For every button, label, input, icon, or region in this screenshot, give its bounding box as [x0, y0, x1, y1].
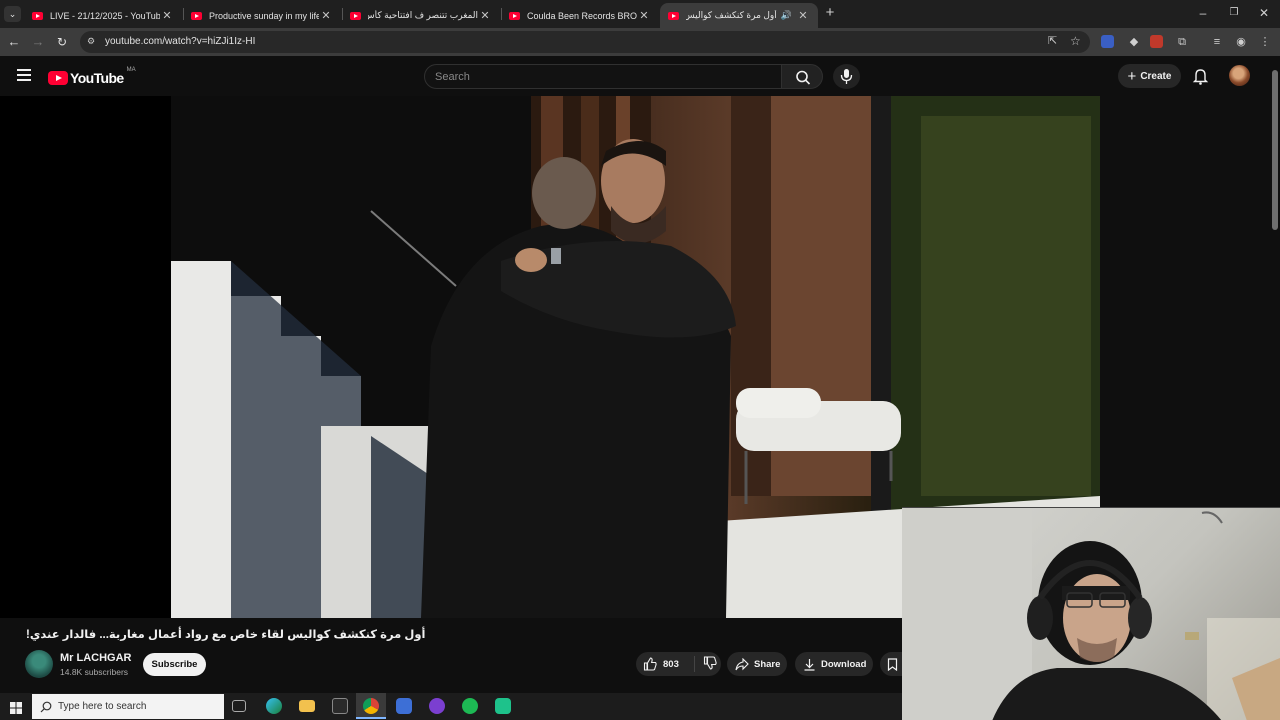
taskbar-search-input[interactable]: Type here to search	[32, 694, 224, 719]
youtube-favicon-icon	[350, 11, 361, 20]
media-controls-icon[interactable]: ≡	[1209, 34, 1225, 50]
channel-name[interactable]: Mr LACHGAR	[60, 652, 132, 664]
tab-label: أول مرة كنكشف كواليس لقا	[686, 10, 777, 20]
webcam-person-image	[902, 508, 1280, 720]
mail-app-icon[interactable]	[396, 698, 412, 714]
close-window-icon[interactable]: ✕	[1254, 6, 1274, 20]
channel-avatar[interactable]	[25, 650, 53, 678]
page-scrollbar[interactable]	[1270, 56, 1280, 507]
taskbar-search-placeholder: Type here to search	[58, 701, 147, 712]
share-label: Share	[754, 658, 781, 670]
youtube-favicon-icon	[668, 11, 679, 20]
bookmark-star-icon[interactable]: ☆	[1070, 34, 1081, 48]
tab-search-chevron-icon[interactable]: ⌄	[4, 6, 21, 22]
like-button[interactable]: 803	[636, 657, 694, 671]
search-input[interactable]: Search	[424, 64, 782, 89]
voice-search-button[interactable]	[833, 64, 860, 89]
youtube-favicon-icon	[509, 11, 520, 20]
tab-label: LIVE - 21/12/2025 - YouTube	[50, 10, 160, 21]
green-app-icon[interactable]	[495, 698, 511, 714]
task-view-icon[interactable]	[232, 700, 246, 712]
tab-label: Coulda Been Records BROOKLY	[527, 10, 637, 21]
scrollbar-thumb[interactable]	[1272, 70, 1278, 230]
search-button[interactable]	[781, 64, 823, 89]
browser-tab-strip: ⌄ LIVE - 21/12/2025 - YouTube ✕ Producti…	[0, 0, 1280, 28]
share-arrow-icon	[735, 657, 749, 670]
tab-close-icon[interactable]: ✕	[160, 9, 174, 22]
install-app-icon[interactable]: ⇱	[1048, 34, 1057, 47]
windows-start-icon[interactable]	[10, 701, 22, 719]
tab-label: Productive sunday in my life lig	[209, 10, 319, 21]
subscribe-button[interactable]: Subscribe	[143, 653, 206, 676]
browser-tab-5-active[interactable]: أول مرة كنكشف كواليس لقا 🔊 ✕	[660, 3, 818, 28]
create-button[interactable]: + Create	[1118, 64, 1181, 88]
youtube-favicon-icon	[32, 11, 43, 20]
youtube-play-logo-icon	[48, 71, 68, 85]
taskbar-search-icon	[40, 701, 52, 713]
account-avatar[interactable]	[1229, 65, 1250, 86]
microphone-icon	[840, 69, 853, 84]
url-text[interactable]: youtube.com/watch?v=hiZJi1Iz-HI	[105, 36, 255, 47]
browser-toolbar: ← → ↻ ⚙ youtube.com/watch?v=hiZJi1Iz-HI …	[0, 28, 1280, 56]
audio-playing-icon[interactable]: 🔊	[781, 10, 792, 21]
spotify-icon[interactable]	[462, 698, 478, 714]
profile-icon[interactable]: ◉	[1233, 34, 1249, 50]
extension-red-icon[interactable]	[1150, 35, 1163, 48]
chrome-menu-icon[interactable]: ⋮	[1257, 34, 1273, 50]
youtube-logo[interactable]: YouTube MA	[48, 67, 136, 86]
microsoft-store-icon[interactable]	[332, 698, 348, 714]
thumbs-up-icon	[643, 657, 657, 671]
download-icon	[804, 658, 815, 671]
create-label: Create	[1140, 70, 1172, 82]
browser-tab-4[interactable]: Coulda Been Records BROOKLY ✕	[501, 3, 659, 28]
tab-label: المغرب تتنصر ف افتتاحية كأس الأ	[368, 10, 478, 20]
forward-arrow-icon[interactable]: →	[30, 34, 46, 50]
like-dislike-segment: 803	[636, 652, 721, 676]
chrome-icon	[363, 698, 379, 714]
chrome-taskbar-button-active[interactable]	[356, 693, 386, 719]
bookmark-save-icon	[887, 657, 898, 671]
address-bar[interactable]: ⚙ youtube.com/watch?v=hiZJi1Iz-HI ⇱ ☆	[80, 31, 1090, 53]
video-title: !أول مرة كنكشف كواليس لقاء خاص مع رواد أ…	[26, 629, 426, 641]
browser-tab-3[interactable]: المغرب تتنصر ف افتتاحية كأس الأ ✕	[342, 3, 500, 28]
minimize-window-icon[interactable]: –	[1193, 6, 1213, 20]
translate-extension-icon[interactable]	[1101, 35, 1114, 48]
share-button[interactable]: Share	[727, 652, 787, 676]
tab-close-icon[interactable]: ✕	[319, 9, 333, 22]
tab-close-icon[interactable]: ✕	[478, 9, 492, 22]
subscriber-count: 14.8K subscribers	[60, 667, 129, 677]
youtube-wordmark: YouTube	[70, 70, 124, 86]
site-info-icon[interactable]: ⚙	[87, 36, 95, 47]
youtube-masthead: YouTube MA Search + Create	[0, 56, 1280, 96]
new-tab-plus-icon[interactable]: +	[820, 4, 840, 21]
extensions-puzzle-icon[interactable]: ⧉	[1174, 34, 1190, 50]
back-arrow-icon[interactable]: ←	[6, 34, 22, 50]
download-button[interactable]: Download	[795, 652, 873, 676]
like-count: 803	[663, 658, 679, 670]
tab-close-icon[interactable]: ✕	[637, 9, 651, 22]
guide-menu-icon[interactable]	[17, 69, 31, 81]
search-icon	[796, 70, 811, 85]
save-to-playlist-button[interactable]	[880, 652, 902, 676]
search-placeholder: Search	[435, 71, 470, 83]
browser-tab-1[interactable]: LIVE - 21/12/2025 - YouTube ✕	[24, 3, 182, 28]
youtube-favicon-icon	[191, 11, 202, 20]
windows-taskbar: Type here to search	[0, 693, 902, 720]
edge-browser-icon[interactable]	[266, 698, 282, 714]
download-label: Download	[821, 658, 867, 670]
webcam-overlay	[902, 507, 1280, 720]
plus-icon: +	[1127, 67, 1137, 85]
country-code: MA	[126, 67, 136, 73]
thumbs-down-icon	[703, 655, 717, 670]
reload-icon[interactable]: ↻	[54, 34, 70, 50]
restore-window-icon[interactable]: ❐	[1224, 7, 1244, 18]
dislike-button[interactable]	[695, 655, 717, 673]
notifications-bell-icon[interactable]	[1192, 67, 1209, 90]
tab-close-icon[interactable]: ✕	[796, 9, 810, 22]
messenger-app-icon[interactable]	[429, 698, 445, 714]
file-explorer-icon[interactable]	[299, 700, 315, 712]
extension-diamond-icon[interactable]: ◆	[1126, 34, 1142, 50]
browser-tab-2[interactable]: Productive sunday in my life lig ✕	[183, 3, 341, 28]
